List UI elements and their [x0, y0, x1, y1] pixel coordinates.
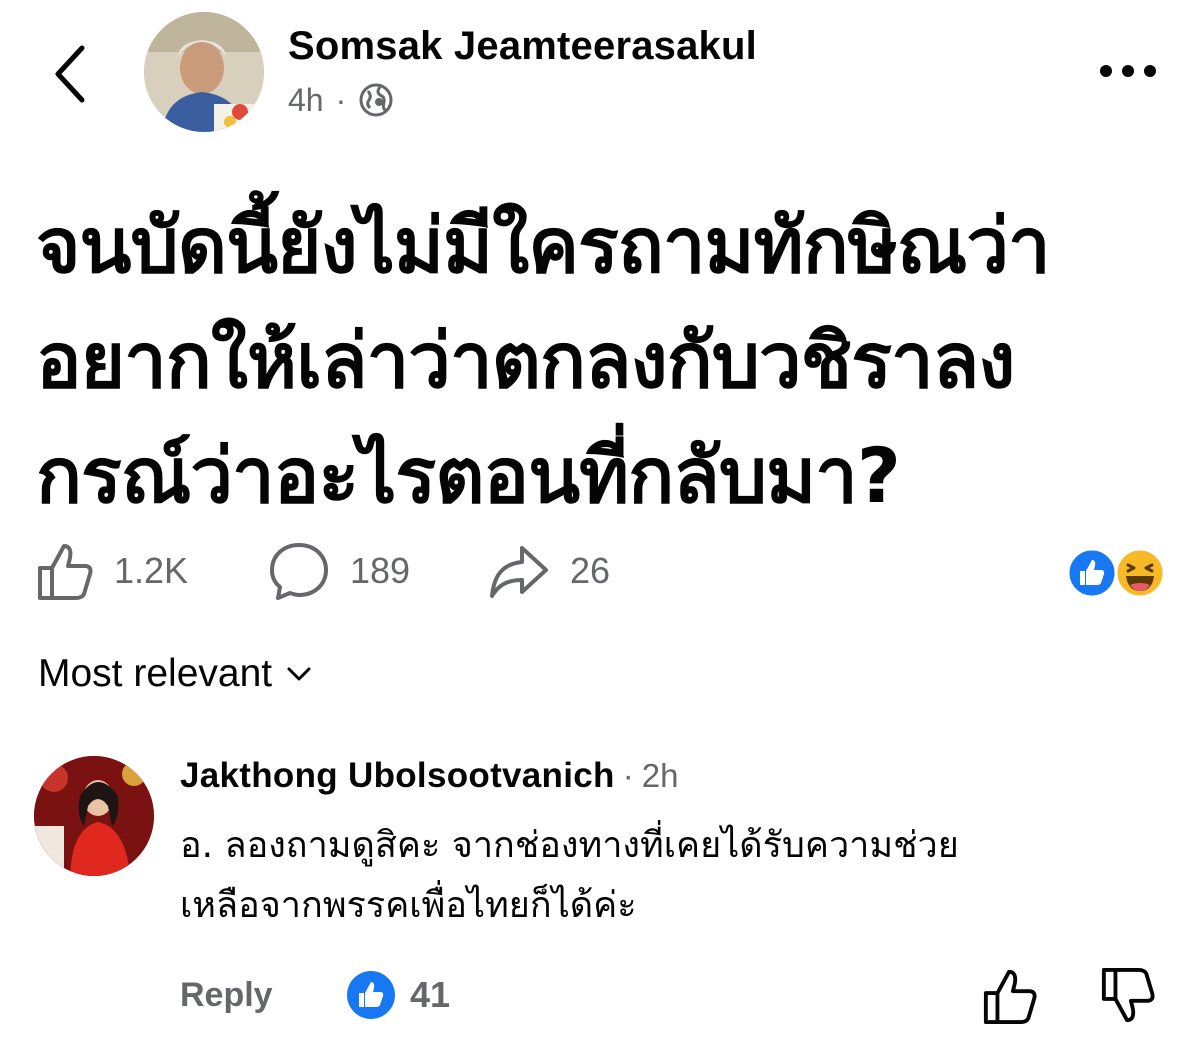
commenter-name[interactable]: Jakthong Ubolsootvanich: [180, 756, 615, 796]
like-count: 1.2K: [114, 550, 189, 591]
like-button[interactable]: 1.2K: [36, 536, 188, 606]
comment-line: อ. ลองถามดูสิคะ จากช่องทางที่เคยได้รับคว…: [180, 825, 959, 866]
share-icon: [490, 546, 548, 598]
thumbs-down-icon: [1101, 968, 1155, 1023]
post-line: จนบัดนี้ยังไม่มีใครถามทักษิณว่า: [36, 201, 1051, 290]
comment-line: เหลือจากพรรคเพื่อไทยก็ได้ค่ะ: [180, 885, 637, 926]
post-line: อยากให้เล่าว่าตกลงกับวชิราลง: [36, 316, 1015, 405]
thumbs-up-icon: [983, 969, 1037, 1024]
chevron-down-icon: [287, 667, 311, 681]
share-button[interactable]: 26: [488, 536, 610, 606]
haha-reaction-icon: [1114, 547, 1166, 599]
author-name[interactable]: Somsak Jeamteerasakul: [288, 24, 757, 69]
comment-time[interactable]: 2h: [642, 757, 679, 795]
comment-downvote-button[interactable]: [1100, 966, 1156, 1026]
more-horizontal-icon: [1100, 65, 1156, 77]
comment-count: 189: [350, 550, 411, 591]
post-text: จนบัดนี้ยังไม่มีใครถามทักษิณว่า อยากให้เ…: [36, 188, 1176, 533]
comment-icon: [270, 543, 328, 600]
like-reaction-icon: [1066, 547, 1118, 599]
globe-icon: [359, 83, 393, 117]
author-avatar[interactable]: [144, 12, 264, 132]
comment-header: Jakthong Ubolsootvanich · 2h: [180, 756, 678, 796]
commenter-avatar[interactable]: [34, 756, 154, 876]
post-line: กรณ์ว่าอะไรตอนที่กลับมา?: [36, 431, 901, 520]
post-meta: 4h ·: [288, 80, 394, 120]
comment-text: อ. ลองถามดูสิคะ จากช่องทางที่เคยได้รับคว…: [180, 816, 1180, 936]
share-count: 26: [570, 550, 611, 591]
back-button[interactable]: [44, 38, 100, 108]
comment-separator: ·: [622, 757, 634, 794]
comment-button[interactable]: 189: [268, 536, 410, 606]
meta-separator: ·: [335, 81, 347, 118]
more-options-button[interactable]: [1092, 56, 1164, 86]
thumbs-up-icon: [38, 544, 93, 600]
reply-button[interactable]: Reply: [180, 976, 273, 1015]
reaction-summary[interactable]: [1064, 545, 1168, 601]
comment-reactions[interactable]: 41: [346, 970, 450, 1020]
sort-label: Most relevant: [38, 652, 273, 695]
chevron-left-icon: [55, 45, 85, 103]
post-time[interactable]: 4h: [288, 82, 324, 119]
comment-sort-dropdown[interactable]: Most relevant: [38, 652, 312, 696]
like-reaction-icon: [347, 971, 395, 1019]
comment-upvote-button[interactable]: [982, 966, 1038, 1026]
comment-like-count: 41: [410, 974, 451, 1015]
